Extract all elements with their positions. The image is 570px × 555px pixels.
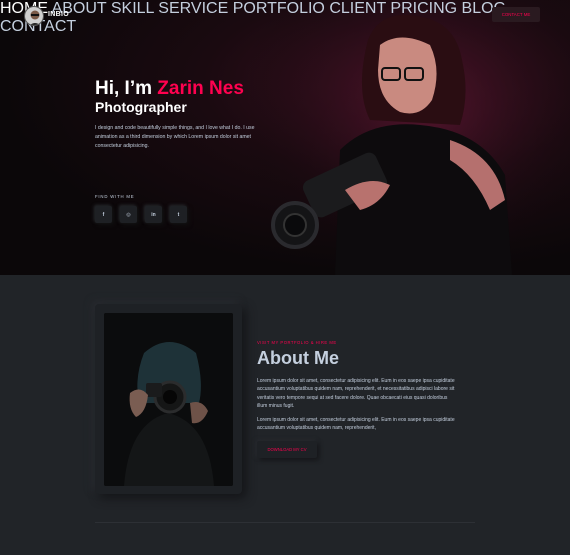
about-paragraph-2: Lorem ipsum dolor sit amet, consectetur …	[257, 417, 455, 432]
nav-item-pricing[interactable]: PRICING	[390, 0, 457, 17]
hero-intro: I design and code beautifully simple thi…	[95, 125, 255, 149]
hero-section: INBIO HOME ABOUT SKILL SERVICE PORTFOLIO…	[0, 0, 570, 275]
logo-avatar[interactable]	[24, 6, 44, 26]
find-with-me-label: FIND WITH ME	[95, 194, 135, 199]
facebook-button[interactable]: f	[95, 206, 112, 223]
section-divider	[95, 522, 475, 523]
hero-greeting: Hi, I’m	[95, 78, 158, 99]
hero-heading: Hi, I’m Zarin Nes	[95, 78, 244, 100]
linkedin-icon: in	[151, 211, 156, 218]
instagram-button[interactable]: ◎	[120, 206, 137, 223]
instagram-icon: ◎	[126, 211, 131, 218]
hero-photographer-image	[250, 0, 570, 275]
hero-name: Zarin Nes	[157, 78, 244, 99]
linkedin-button[interactable]: in	[145, 206, 162, 223]
facebook-icon: f	[102, 211, 105, 218]
about-photo	[104, 313, 233, 486]
about-section	[0, 275, 570, 555]
nav-item-skill[interactable]: SKILL	[111, 0, 154, 17]
about-title: About Me	[257, 348, 339, 368]
top-navigation-bar: INBIO HOME ABOUT SKILL SERVICE PORTFOLIO…	[0, 0, 570, 35]
twitter-button[interactable]: t	[170, 206, 187, 223]
about-paragraph-1: Lorem ipsum dolor sit amet, consectetur …	[257, 378, 455, 410]
about-kicker: VISIT MY PORTFOLIO & HIRE ME	[257, 340, 337, 345]
brand-name[interactable]: INBIO	[48, 11, 69, 18]
nav-item-client[interactable]: CLIENT	[329, 0, 386, 17]
nav-item-portfolio[interactable]: PORTFOLIO	[233, 0, 325, 17]
contact-me-button[interactable]: CONTACT ME	[492, 7, 540, 22]
nav-item-service[interactable]: SERVICE	[158, 0, 228, 17]
download-cv-button[interactable]: DOWNLOAD MY CV	[257, 441, 317, 458]
hero-role: Photographer	[95, 99, 187, 115]
twitter-icon: t	[177, 211, 180, 218]
about-photographer-image	[104, 313, 233, 486]
